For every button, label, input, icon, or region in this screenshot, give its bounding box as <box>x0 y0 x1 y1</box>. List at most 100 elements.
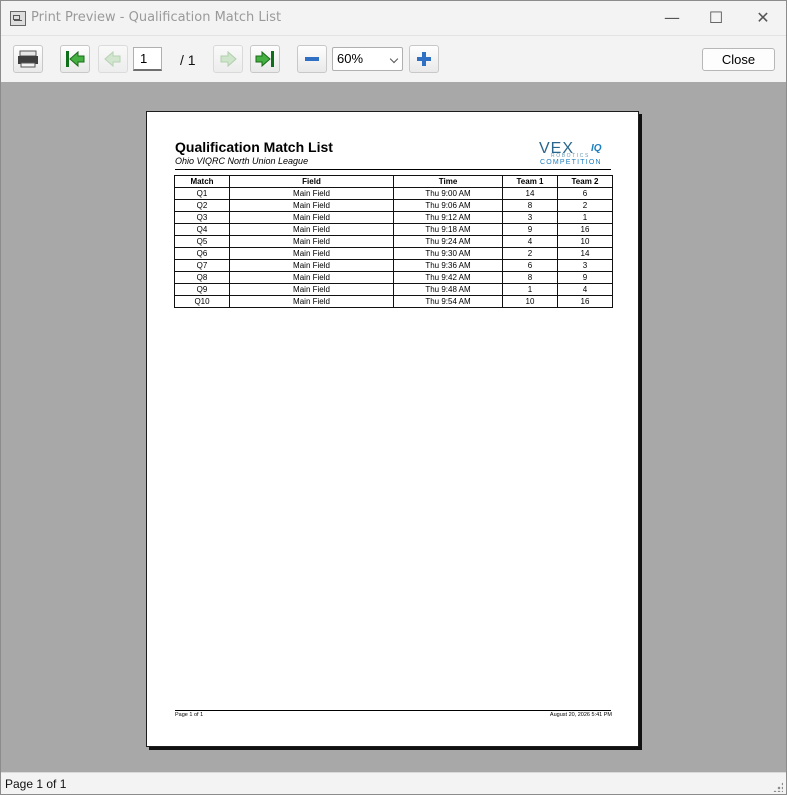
table-cell: Thu 9:48 AM <box>393 283 503 296</box>
logo-competition-text: COMPETITION <box>540 159 602 166</box>
table-cell: 6 <box>557 187 613 200</box>
vex-iq-logo: VEX IQ ROBOTICS COMPETITION <box>539 140 614 169</box>
table-cell: 1 <box>502 283 558 296</box>
report-subtitle: Ohio VIQRC North Union League <box>175 156 309 166</box>
table-cell: Q8 <box>174 271 230 284</box>
zoom-out-icon <box>305 57 319 61</box>
zoom-in-button[interactable] <box>409 45 439 73</box>
first-page-button[interactable] <box>60 45 90 73</box>
table-cell: Thu 9:18 AM <box>393 223 503 236</box>
table-cell: 8 <box>502 199 558 212</box>
table-cell: Thu 9:42 AM <box>393 271 503 284</box>
page-total-label: / 1 <box>180 52 196 68</box>
table-cell: 4 <box>502 235 558 248</box>
last-page-button[interactable] <box>250 45 280 73</box>
print-preview-window: Print Preview - Qualification Match List… <box>0 0 787 795</box>
column-header: Team 2 <box>557 175 613 188</box>
chevron-down-icon <box>389 54 399 64</box>
maximize-icon[interactable]: ☐ <box>693 1 739 35</box>
table-cell: Thu 9:12 AM <box>393 211 503 224</box>
table-cell: 3 <box>557 259 613 272</box>
table-cell: Q9 <box>174 283 230 296</box>
footer-divider <box>175 710 611 711</box>
table-row: Q10 Main Field Thu 9:54 AM 10 16 <box>174 295 613 308</box>
table-cell: Thu 9:30 AM <box>393 247 503 260</box>
preview-area[interactable]: Qualification Match List Ohio VIQRC Nort… <box>1 82 786 772</box>
window-title: Print Preview - Qualification Match List <box>31 10 282 25</box>
column-header: Match <box>174 175 230 188</box>
zoom-in-icon <box>417 52 431 66</box>
table-cell: Thu 9:36 AM <box>393 259 503 272</box>
report-title: Qualification Match List <box>175 139 333 155</box>
table-cell: 10 <box>502 295 558 308</box>
resize-grip-icon[interactable] <box>773 782 783 792</box>
close-window-icon[interactable]: ✕ <box>740 1 786 35</box>
previous-page-button[interactable] <box>98 45 128 73</box>
table-cell: Main Field <box>229 235 394 248</box>
table-cell: Main Field <box>229 247 394 260</box>
table-row: Q8 Main Field Thu 9:42 AM 8 9 <box>174 271 613 284</box>
table-cell: 9 <box>557 271 613 284</box>
app-icon <box>10 11 26 26</box>
footer-page-count: Page 1 of 1 <box>175 712 204 718</box>
table-cell: 9 <box>502 223 558 236</box>
status-bar: Page 1 of 1 <box>1 772 786 794</box>
table-cell: 3 <box>502 211 558 224</box>
table-cell: 16 <box>557 295 613 308</box>
close-button[interactable]: Close <box>702 48 775 71</box>
zoom-out-button[interactable] <box>297 45 327 73</box>
table-cell: 6 <box>502 259 558 272</box>
printer-icon <box>18 50 38 68</box>
status-page-count: Page 1 of 1 <box>5 777 67 791</box>
table-cell: Q6 <box>174 247 230 260</box>
first-page-icon <box>66 50 85 68</box>
footer-date: August 20, 2026 5:41 PM <box>549 712 612 718</box>
table-cell: Main Field <box>229 211 394 224</box>
table-cell: Q10 <box>174 295 230 308</box>
column-header: Time <box>393 175 503 188</box>
table-cell: Q2 <box>174 199 230 212</box>
table-cell: 16 <box>557 223 613 236</box>
column-header: Team 1 <box>502 175 558 188</box>
table-cell: 1 <box>557 211 613 224</box>
table-row: Q2 Main Field Thu 9:06 AM 8 2 <box>174 199 613 212</box>
match-table: Match Field Time Team 1 Team 2 Q1 Main Fi… <box>174 175 613 308</box>
table-cell: 2 <box>557 199 613 212</box>
table-cell: Main Field <box>229 199 394 212</box>
title-bar: Print Preview - Qualification Match List… <box>1 1 786 35</box>
table-cell: Main Field <box>229 187 394 200</box>
next-page-button[interactable] <box>213 45 243 73</box>
table-row: Q4 Main Field Thu 9:18 AM 9 16 <box>174 223 613 236</box>
table-cell: Main Field <box>229 283 394 296</box>
table-cell: Q5 <box>174 235 230 248</box>
next-page-icon <box>220 50 237 68</box>
logo-iq-text: IQ <box>591 143 602 154</box>
table-row: Q6 Main Field Thu 9:30 AM 2 14 <box>174 247 613 260</box>
table-cell: Q1 <box>174 187 230 200</box>
table-cell: 4 <box>557 283 613 296</box>
column-header: Field <box>229 175 394 188</box>
table-row: Q1 Main Field Thu 9:00 AM 14 6 <box>174 187 613 200</box>
table-row: Q9 Main Field Thu 9:48 AM 1 4 <box>174 283 613 296</box>
zoom-select[interactable]: 60% <box>332 47 403 71</box>
table-cell: 14 <box>502 187 558 200</box>
table-row: Q5 Main Field Thu 9:24 AM 4 10 <box>174 235 613 248</box>
table-cell: 10 <box>557 235 613 248</box>
table-cell: 2 <box>502 247 558 260</box>
minimize-icon[interactable]: — <box>649 1 695 35</box>
table-cell: Q3 <box>174 211 230 224</box>
page-number-input[interactable] <box>133 47 162 71</box>
zoom-value: 60% <box>337 51 364 66</box>
table-cell: Thu 9:00 AM <box>393 187 503 200</box>
table-row: Q7 Main Field Thu 9:36 AM 6 3 <box>174 259 613 272</box>
table-cell: Main Field <box>229 259 394 272</box>
last-page-icon <box>255 50 274 68</box>
print-button[interactable] <box>13 45 43 73</box>
table-cell: 14 <box>557 247 613 260</box>
report-page: Qualification Match List Ohio VIQRC Nort… <box>146 111 639 747</box>
table-row: Q3 Main Field Thu 9:12 AM 3 1 <box>174 211 613 224</box>
table-cell: Thu 9:24 AM <box>393 235 503 248</box>
previous-page-icon <box>104 50 121 68</box>
table-cell: Main Field <box>229 271 394 284</box>
table-cell: Main Field <box>229 295 394 308</box>
